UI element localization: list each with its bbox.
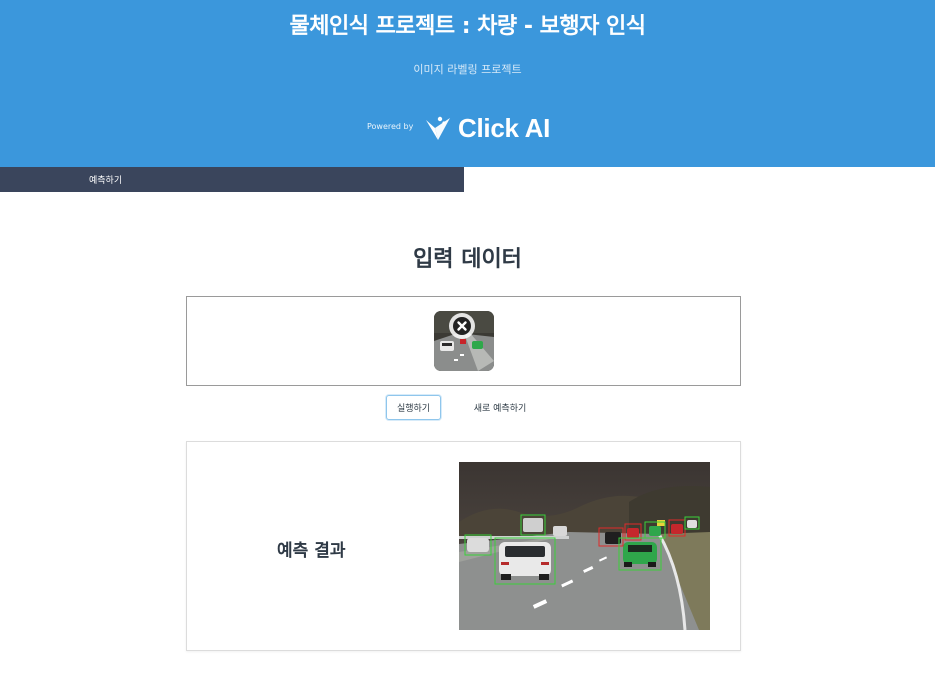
input-section-title: 입력 데이터	[413, 247, 522, 272]
result-image	[459, 462, 710, 630]
click-ai-logo[interactable]: Click AI	[424, 112, 550, 144]
result-card: 예측 결과	[186, 441, 741, 651]
page-title: 물체인식 프로젝트 : 차량 - 보행자 인식	[289, 14, 647, 39]
image-dropzone[interactable]	[186, 296, 741, 386]
clickai-logo-icon	[426, 116, 450, 140]
result-label: 예측 결과	[277, 541, 346, 561]
tab-predict[interactable]: 예측하기	[89, 173, 122, 186]
header: 물체인식 프로젝트 : 차량 - 보행자 인식 이미지 라벨링 프로젝트 Pow…	[0, 0, 935, 167]
car-highway-detection-image	[459, 462, 710, 630]
page-subtitle: 이미지 라벨링 프로젝트	[413, 63, 522, 76]
close-icon	[453, 317, 471, 335]
tab-bar: 예측하기	[0, 167, 464, 192]
new-prediction-button[interactable]: 새로 예측하기	[466, 395, 534, 420]
logo-text: Click AI	[458, 112, 551, 143]
remove-image-button[interactable]	[449, 313, 475, 339]
run-button[interactable]: 실행하기	[386, 395, 441, 420]
powered-by-label: Powered by	[367, 122, 414, 131]
